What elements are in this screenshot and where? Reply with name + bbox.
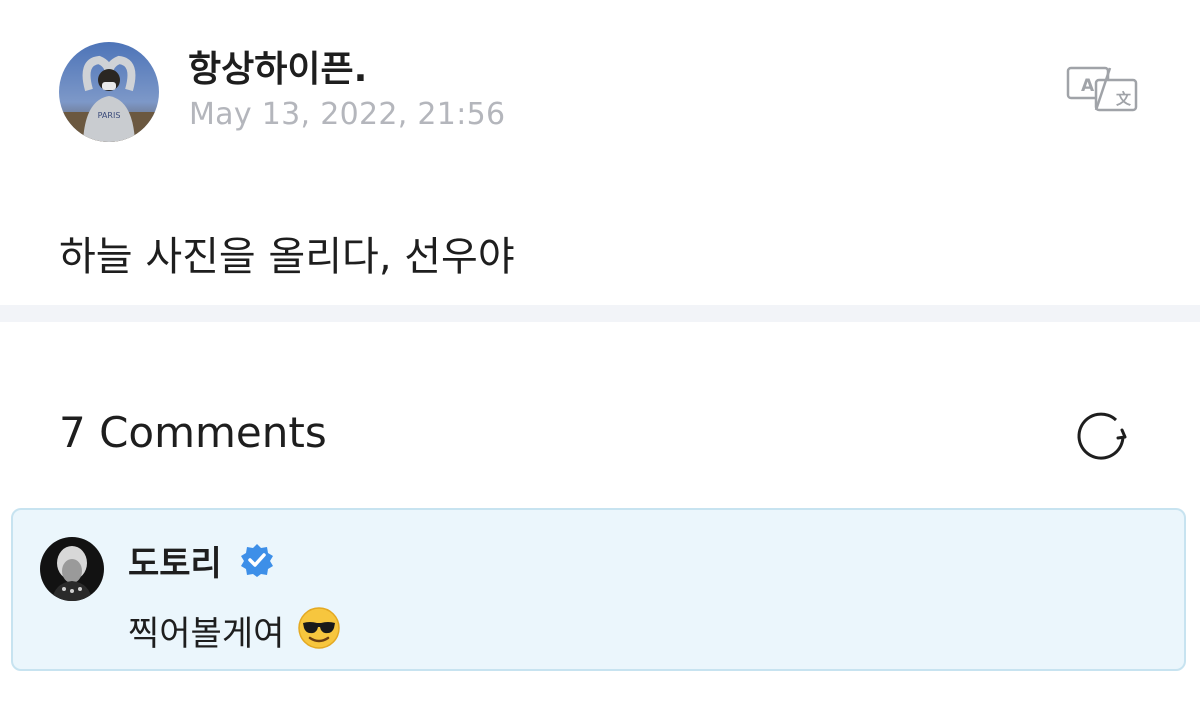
author-avatar[interactable]: PARIS bbox=[59, 42, 159, 142]
svg-text:文: 文 bbox=[1116, 90, 1132, 108]
refresh-icon[interactable] bbox=[1074, 410, 1130, 462]
author-name[interactable]: 항상하이픈. bbox=[188, 40, 367, 92]
translate-icon[interactable]: A 文 bbox=[1066, 66, 1138, 112]
comments-count-title: 7 Comments bbox=[59, 408, 327, 457]
commenter-name[interactable]: 도토리 bbox=[128, 536, 222, 585]
post-body-text: 하늘 사진을 올리다, 선우야 bbox=[59, 234, 515, 280]
comment-card[interactable]: 도토리 찍어볼게여 bbox=[11, 508, 1186, 671]
commenter-avatar[interactable] bbox=[40, 537, 104, 601]
section-divider bbox=[0, 305, 1200, 322]
svg-text:PARIS: PARIS bbox=[98, 111, 121, 120]
verified-badge-icon bbox=[239, 542, 275, 578]
comment-text: 찍어볼게여 bbox=[128, 614, 285, 654]
sunglasses-emoji-icon bbox=[297, 606, 341, 650]
post-page: PARIS 항상하이픈. May 13, 2022, 21:56 A 文 하늘 … bbox=[0, 0, 1200, 711]
post-header: PARIS 항상하이픈. May 13, 2022, 21:56 A 文 bbox=[0, 0, 1200, 160]
post-timestamp: May 13, 2022, 21:56 bbox=[189, 97, 506, 132]
svg-text:A: A bbox=[1081, 76, 1095, 96]
